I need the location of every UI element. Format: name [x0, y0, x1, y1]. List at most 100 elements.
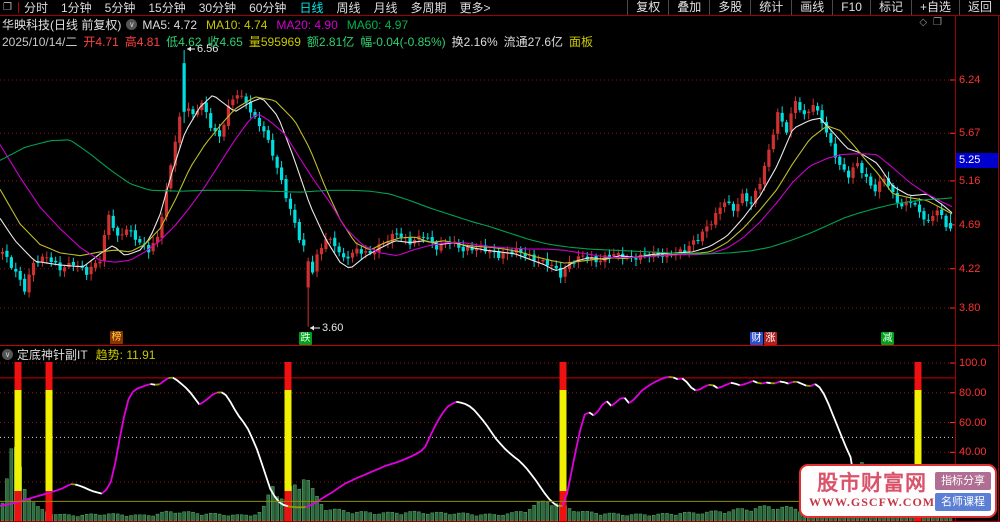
candle — [351, 253, 354, 258]
candle — [240, 96, 243, 97]
candle — [922, 211, 925, 219]
symbol-title[interactable]: 华映科技(日线 前复权) — [2, 16, 121, 33]
menu-item-1分钟[interactable]: 1分钟 — [61, 1, 92, 15]
candle — [408, 238, 411, 245]
histogram-bar — [759, 506, 762, 521]
chart-corner-icons[interactable]: ◇❐ — [919, 17, 948, 28]
candle — [138, 239, 141, 242]
symbol-header-row: 华映科技(日线 前复权) ∨ MA5: 4.72MA10: 4.74MA20: … — [2, 17, 417, 32]
histogram-bar — [679, 513, 682, 521]
histogram-bar — [666, 513, 669, 521]
candle — [949, 223, 952, 229]
candle — [794, 101, 797, 113]
candle — [550, 265, 553, 266]
window-icon[interactable]: ❐ — [3, 0, 12, 15]
price-axis-label: 6.24 — [959, 74, 999, 86]
candle — [874, 184, 877, 191]
candle — [727, 202, 730, 203]
quote-info-row: 2025/10/14/二开4.71高4.81低4.62收4.65量595969额… — [2, 34, 599, 49]
menu-item-60分钟[interactable]: 60分钟 — [249, 1, 286, 15]
histogram-bar — [723, 513, 726, 521]
oscillator-line — [173, 378, 200, 405]
menu-item-5分钟[interactable]: 5分钟 — [105, 1, 136, 15]
candle — [781, 113, 784, 122]
menu-item-更多>[interactable]: 更多> — [460, 1, 491, 15]
toolbar-button-复权[interactable]: 复权 — [627, 0, 668, 15]
menu-item-15分钟[interactable]: 15分钟 — [148, 1, 185, 15]
indicator-name[interactable]: 定底神针副IT — [17, 346, 88, 363]
toolbar-button-画线[interactable]: 画线 — [791, 0, 832, 15]
histogram-bar — [72, 516, 75, 521]
watermark-tags: 指标分享 名师课程 — [935, 472, 991, 511]
toolbar-button-返回[interactable]: 返回 — [959, 0, 1000, 15]
candle — [395, 233, 398, 234]
histogram-bar — [254, 515, 257, 521]
candle — [346, 257, 349, 259]
candle — [236, 95, 239, 98]
menu-item-月线[interactable]: 月线 — [373, 1, 397, 15]
histogram-bar — [444, 513, 447, 521]
ma-value: MA60: 4.97 — [347, 18, 408, 32]
chevron-down-icon[interactable]: ∨ — [2, 349, 13, 360]
candle — [900, 203, 903, 206]
histogram-bar — [785, 506, 788, 521]
histogram-bar — [364, 512, 367, 521]
quote-token: 开4.71 — [83, 33, 118, 50]
quote-token: 面板 — [569, 33, 593, 50]
chevron-down-icon[interactable]: ∨ — [126, 19, 137, 30]
candle — [927, 220, 930, 221]
event-flag-财[interactable]: 财 — [750, 332, 763, 345]
menu-item-30分钟[interactable]: 30分钟 — [199, 1, 236, 15]
histogram-bar — [165, 511, 168, 521]
candle — [798, 102, 801, 110]
oscillator-line — [740, 381, 753, 385]
oscillator-line — [563, 412, 590, 505]
menu-item-分时[interactable]: 分时 — [24, 1, 48, 15]
candle — [816, 106, 819, 110]
candle — [789, 113, 792, 131]
toolbar-button-统计[interactable]: 统计 — [750, 0, 791, 15]
histogram-bar — [134, 515, 137, 521]
histogram-bar — [174, 513, 177, 521]
candle — [643, 254, 646, 255]
candle — [355, 249, 358, 254]
histogram-bar — [728, 512, 731, 521]
oscillator-line — [456, 402, 558, 506]
quote-token: 幅-0.04(-0.85%) — [360, 33, 445, 50]
event-flag-榜[interactable]: 榜 — [110, 331, 123, 344]
price-marker-box: 5.25 — [956, 153, 998, 168]
menu-item-日线[interactable]: 日线 — [299, 1, 323, 15]
menu-item-多周期[interactable]: 多周期 — [410, 1, 446, 15]
toolbar-button-多股[interactable]: 多股 — [709, 0, 750, 15]
histogram-bar — [54, 514, 57, 521]
histogram-bar — [85, 514, 88, 521]
event-flag-跌[interactable]: 跌 — [299, 332, 312, 345]
toolbar-button-F10[interactable]: F10 — [832, 0, 870, 15]
histogram-bar — [342, 510, 345, 521]
histogram-bar — [626, 516, 629, 521]
toolbar-button-叠加[interactable]: 叠加 — [668, 0, 709, 15]
histogram-bar — [763, 506, 766, 521]
histogram-bar — [652, 515, 655, 521]
candle — [843, 164, 846, 169]
histogram-bar — [643, 515, 646, 521]
candle — [14, 269, 17, 272]
quote-token: 量595969 — [249, 33, 301, 50]
indicator-axis-label: 40.00 — [959, 446, 999, 458]
histogram-bar — [121, 515, 124, 521]
menu-item-周线[interactable]: 周线 — [336, 1, 360, 15]
candle — [741, 194, 744, 203]
event-flag-涨[interactable]: 涨 — [764, 332, 777, 345]
candle — [5, 251, 8, 257]
toolbar-button-标记[interactable]: 标记 — [870, 0, 911, 15]
histogram-bar — [683, 512, 686, 521]
event-flag-减[interactable]: 减 — [881, 332, 894, 345]
candle — [501, 253, 504, 259]
histogram-bar — [466, 513, 469, 521]
candle — [683, 250, 686, 252]
histogram-bar — [28, 500, 31, 521]
histogram-bar — [76, 517, 79, 521]
histogram-bar — [440, 512, 443, 521]
period-menu-items: 分时 1分钟 5分钟 15分钟 30分钟 60分钟日线周线月线多周期更多> — [24, 0, 504, 16]
toolbar-button-+自选[interactable]: +自选 — [911, 0, 959, 15]
